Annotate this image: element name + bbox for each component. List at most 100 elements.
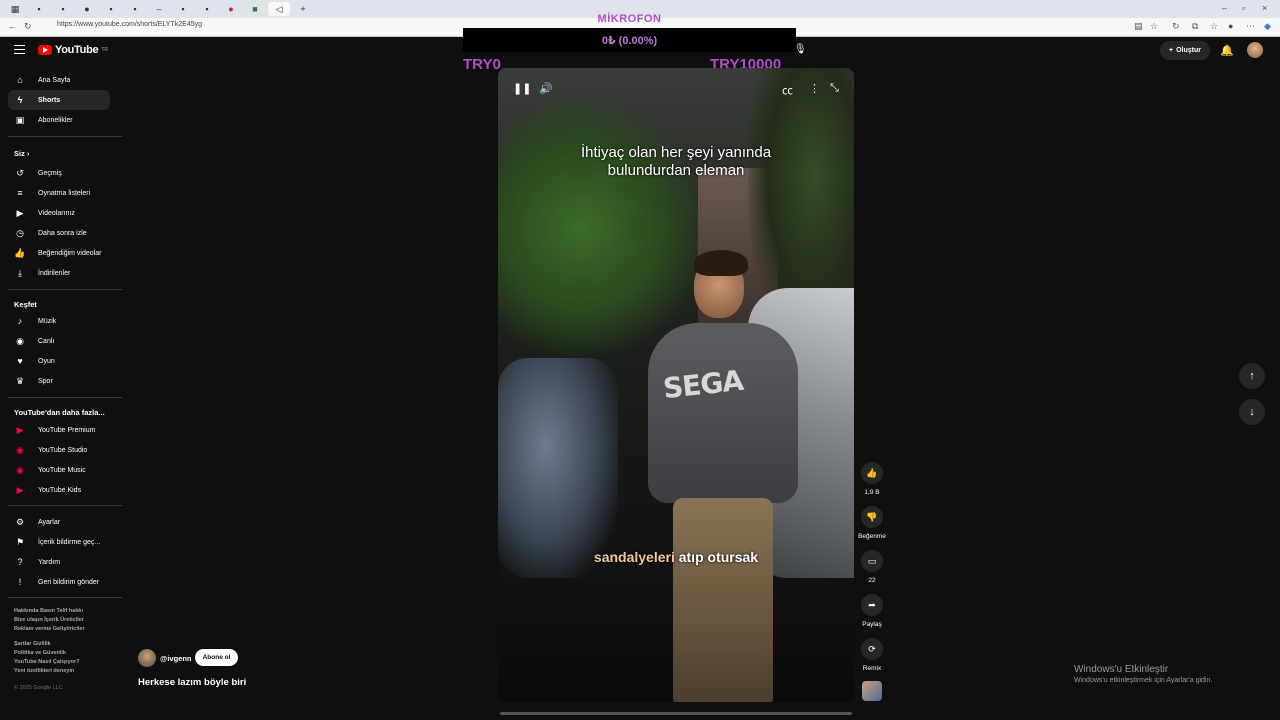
download-icon: ⤓ bbox=[18, 267, 22, 278]
tab-2[interactable]: ▪ bbox=[28, 2, 50, 16]
logo-text: YouTube bbox=[55, 44, 99, 56]
sidebar-item-settings-0[interactable]: ⚙ Ayarlar bbox=[8, 512, 110, 532]
youtube-logo[interactable]: YouTube TR bbox=[38, 44, 108, 56]
url-field[interactable]: https://www.youtube.com/shorts/ELYTk2E45… bbox=[57, 21, 202, 28]
tab-7[interactable]: – bbox=[148, 2, 170, 16]
tab-active-youtube[interactable]: ◁ bbox=[268, 2, 290, 16]
tab-6[interactable]: ▪ bbox=[124, 2, 146, 16]
like-action[interactable]: 👍 1,9 B bbox=[857, 462, 887, 496]
tab-8[interactable]: ▪ bbox=[172, 2, 194, 16]
comment-icon[interactable]: ▭ bbox=[861, 550, 883, 572]
channel-handle[interactable]: @ivgenn bbox=[160, 654, 191, 663]
fullscreen-icon[interactable]: ⤡ bbox=[830, 82, 839, 95]
minimize-button[interactable]: – bbox=[1222, 3, 1227, 13]
video-caption-bottom: sandalyeleri atıp otursak bbox=[498, 549, 854, 565]
flag-icon: ⚑ bbox=[15, 536, 25, 547]
sidebar-item-settings-1[interactable]: ⚑ İçerik bildirme geç... bbox=[8, 532, 110, 552]
sidebar-item-you-0[interactable]: ↺ Geçmiş bbox=[8, 163, 110, 183]
extension-icon[interactable]: ⧉ bbox=[1192, 21, 1198, 32]
help-icon: ? bbox=[17, 557, 23, 567]
sidebar-section-you[interactable]: Siz › bbox=[14, 149, 29, 158]
sidebar-item-you-1[interactable]: ≡ Oynatma listeleri bbox=[8, 183, 110, 203]
sound-thumbnail[interactable] bbox=[862, 681, 882, 701]
hamburger-menu-icon[interactable] bbox=[14, 45, 25, 54]
sidebar-item-you-2[interactable]: ▶ Videolarınız bbox=[8, 203, 110, 223]
sidebar-item-main-2[interactable]: ▣ Abonelikler bbox=[8, 110, 110, 130]
comments-action[interactable]: ▭ 22 bbox=[857, 550, 887, 584]
close-window-button[interactable]: × bbox=[1262, 3, 1267, 13]
footer-link-line[interactable]: Hakkında Basın Telif hakkı bbox=[14, 607, 85, 616]
video-progress-bar[interactable] bbox=[500, 712, 852, 715]
windows-activation-title: Windows'u Etkinleştir bbox=[1074, 664, 1169, 675]
copilot-icon[interactable]: ◆ bbox=[1264, 21, 1271, 32]
footer-link-line[interactable]: Politika ve Güvenlik bbox=[14, 649, 80, 658]
reader-icon[interactable]: ▤ bbox=[1134, 21, 1143, 32]
channel-avatar[interactable] bbox=[138, 649, 156, 667]
share-action[interactable]: ➦ Paylaş bbox=[857, 594, 887, 628]
tab-10[interactable]: ● bbox=[220, 2, 242, 16]
thumb-down-icon[interactable]: 👎 bbox=[861, 506, 883, 528]
sidebar-item-label: Ayarlar bbox=[38, 518, 61, 526]
back-icon[interactable]: ← bbox=[8, 21, 17, 31]
sidebar-item-more-0[interactable]: ▶ YouTube Premium bbox=[8, 420, 110, 440]
sidebar-item-more-2[interactable]: ◉ YouTube Music bbox=[8, 460, 110, 480]
remix-action[interactable]: ⟳ Remix bbox=[857, 638, 887, 672]
footer-link-line[interactable]: Reklam verme Geliştiriciler bbox=[14, 625, 85, 634]
tab-9[interactable]: ▪ bbox=[196, 2, 218, 16]
sidebar-item-explore-2[interactable]: ♥ Oyun bbox=[8, 351, 110, 371]
more-options-icon[interactable]: ⋮ bbox=[809, 82, 820, 95]
thumb-up-icon: 👍 bbox=[14, 247, 26, 258]
footer-link-line[interactable]: Yeni özellikleri deneyin bbox=[14, 667, 80, 676]
sidebar-item-label: Spor bbox=[38, 377, 53, 385]
share-icon[interactable]: ➦ bbox=[861, 594, 883, 616]
notifications-bell-icon[interactable]: 🔔 bbox=[1220, 44, 1234, 57]
avatar[interactable] bbox=[1247, 42, 1263, 58]
sidebar-item-more-1[interactable]: ◉ YouTube Studio bbox=[8, 440, 110, 460]
dislike-action[interactable]: 👎 Beğenme bbox=[857, 506, 887, 540]
footer-link-line[interactable]: Şartlar Gizlilik bbox=[14, 640, 80, 649]
sidebar-item-main-0[interactable]: ⌂ Ana Sayfa bbox=[8, 70, 110, 90]
volume-icon[interactable]: 🔊 bbox=[539, 82, 553, 95]
thumb-up-icon[interactable]: 👍 bbox=[861, 462, 883, 484]
sidebar-item-label: Canlı bbox=[38, 337, 55, 345]
footer-link-line[interactable]: YouTube Nasıl Çalışıyor? bbox=[14, 658, 80, 667]
next-short-arrow-down-icon[interactable]: ↓ bbox=[1239, 399, 1265, 425]
tab-11[interactable]: ■ bbox=[244, 2, 266, 16]
favorites-icon[interactable]: ☆ bbox=[1210, 21, 1218, 32]
sidebar-item-main-1[interactable]: ϟ Shorts bbox=[8, 90, 110, 110]
star-icon[interactable]: ☆ bbox=[1150, 21, 1158, 32]
tab-4[interactable]: ● bbox=[76, 2, 98, 16]
tab-3[interactable]: ▪ bbox=[52, 2, 74, 16]
sidebar-item-explore-0[interactable]: ♪ Müzik bbox=[8, 311, 110, 331]
microphone-icon[interactable]: 🎙 bbox=[794, 44, 807, 55]
create-button[interactable]: + Oluştur bbox=[1160, 41, 1210, 60]
profile-icon[interactable]: ● bbox=[1228, 21, 1233, 31]
footer-link-line[interactable]: Bize ulaşın İçerik Üreticiler bbox=[14, 616, 85, 625]
sidebar-item-settings-3[interactable]: ! Geri bildirim gönder bbox=[8, 572, 110, 592]
sidebar-item-settings-2[interactable]: ? Yardım bbox=[8, 552, 110, 572]
sync-icon[interactable]: ↻ bbox=[1172, 21, 1180, 32]
sidebar-item-label: Oynatma listeleri bbox=[38, 189, 91, 197]
pause-icon[interactable]: ❚❚ bbox=[513, 82, 531, 95]
sidebar-item-explore-3[interactable]: ♛ Spor bbox=[8, 371, 110, 391]
sidebar-item-you-4[interactable]: 👍 Beğendiğim videolar bbox=[8, 243, 110, 263]
sidebar-item-label: Ana Sayfa bbox=[38, 76, 71, 84]
maximize-button[interactable]: ▫ bbox=[1242, 3, 1245, 13]
sidebar-section-more-label: YouTube'dan daha fazla... bbox=[14, 408, 105, 417]
more-icon[interactable]: ⋯ bbox=[1246, 21, 1255, 32]
tab-1[interactable]: ▦ bbox=[4, 2, 26, 16]
youtube-music-icon: ◉ bbox=[16, 464, 24, 475]
sidebar-item-you-5[interactable]: ⤓ İndirilenler bbox=[8, 263, 110, 283]
captions-icon[interactable]: ㏄ bbox=[782, 82, 793, 98]
sidebar-item-more-3[interactable]: ▶ YouTube Kids bbox=[8, 480, 110, 500]
shorts-video-player[interactable]: SEGA İhtiyaç olan her şeyi yanında bulun… bbox=[498, 68, 854, 702]
sidebar-item-explore-1[interactable]: ◉ Canlı bbox=[8, 331, 110, 351]
remix-icon[interactable]: ⟳ bbox=[861, 638, 883, 660]
sidebar-item-you-3[interactable]: ◷ Daha sonra izle bbox=[8, 223, 110, 243]
video-title[interactable]: Herkese lazım böyle biri bbox=[138, 677, 246, 688]
tab-5[interactable]: ▪ bbox=[100, 2, 122, 16]
new-tab-button[interactable]: + bbox=[292, 2, 314, 16]
reload-icon[interactable]: ↻ bbox=[24, 21, 32, 32]
previous-short-arrow-up-icon[interactable]: ↑ bbox=[1239, 363, 1265, 389]
subscribe-button[interactable]: Abone ol bbox=[195, 649, 238, 666]
